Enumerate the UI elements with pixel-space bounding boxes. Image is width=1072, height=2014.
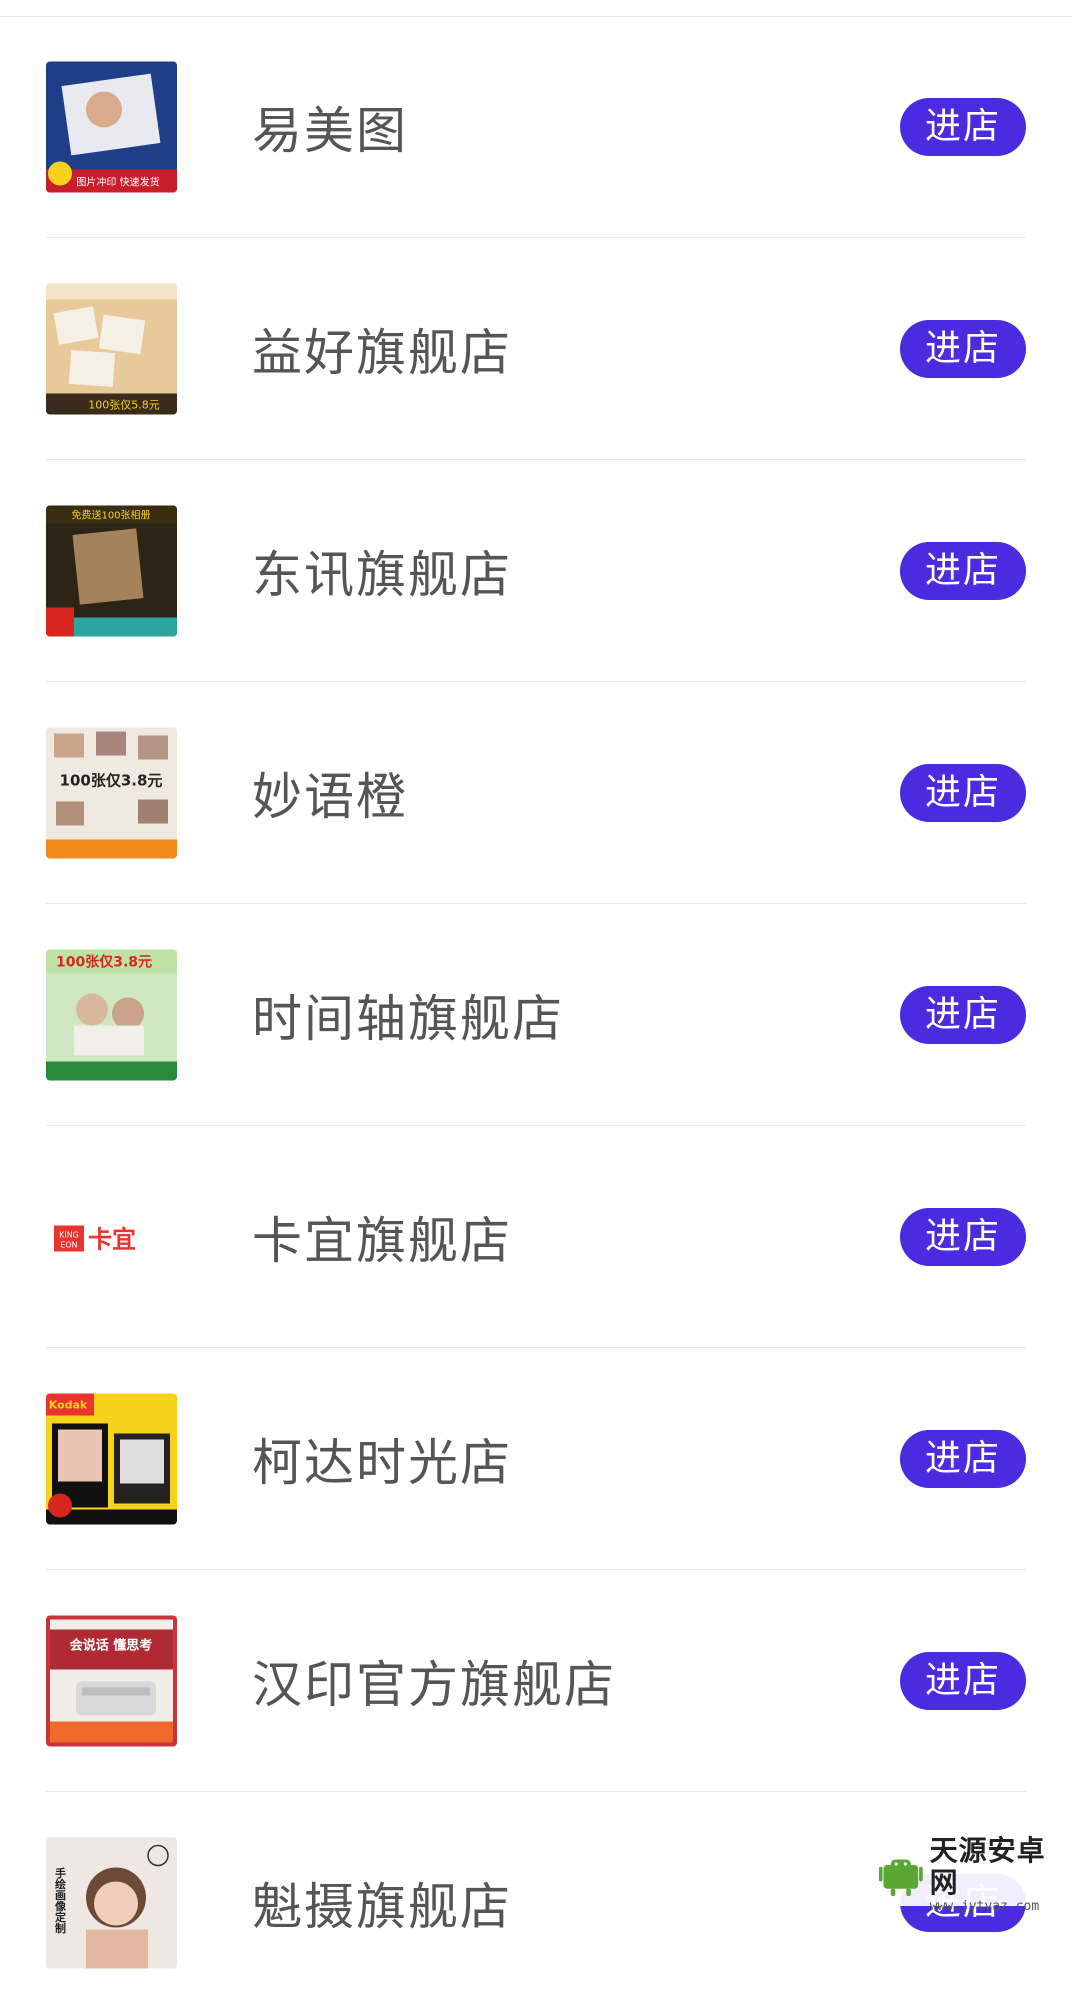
store-name: 时间轴旗舰店 bbox=[252, 989, 564, 1048]
svg-text:会说话 懂思考: 会说话 懂思考 bbox=[70, 1637, 153, 1653]
enter-store-button[interactable]: 进店 bbox=[900, 985, 1026, 1044]
watermark-title: 天源安卓网 bbox=[929, 1834, 1046, 1899]
list-item[interactable]: 100张仅3.8元 时间轴旗舰店 进店 bbox=[46, 904, 1026, 1126]
store-name: 汉印官方旗舰店 bbox=[252, 1655, 616, 1714]
list-item[interactable]: 100张仅5.8元 益好旗舰店 进店 bbox=[46, 238, 1026, 460]
enter-store-button[interactable]: 进店 bbox=[900, 97, 1026, 156]
enter-store-button[interactable]: 进店 bbox=[900, 1207, 1026, 1266]
android-logo-icon bbox=[878, 1859, 923, 1896]
enter-store-button[interactable]: 进店 bbox=[900, 763, 1026, 822]
store-thumbnail[interactable]: 会说话 懂思考 bbox=[46, 1615, 177, 1746]
list-item[interactable]: KING EON 卡宜 卡宜旗舰店 进店 bbox=[46, 1126, 1026, 1348]
store-thumbnail[interactable]: 100张仅3.8元 bbox=[46, 949, 177, 1080]
svg-text:免费送100张相册: 免费送100张相册 bbox=[71, 508, 150, 521]
watermark-url: www.jytyaz.com bbox=[929, 1899, 1040, 1914]
top-divider bbox=[0, 0, 1072, 17]
enter-store-button[interactable]: 进店 bbox=[900, 319, 1026, 378]
store-thumbnail[interactable]: 手绘画像定制 bbox=[46, 1837, 177, 1969]
enter-store-button[interactable]: 进店 bbox=[900, 1651, 1026, 1710]
svg-text:卡宜: 卡宜 bbox=[88, 1225, 136, 1253]
enter-store-button[interactable]: 进店 bbox=[900, 541, 1026, 600]
store-name: 东讯旗舰店 bbox=[252, 545, 512, 604]
store-name: 易美图 bbox=[252, 101, 408, 160]
store-thumbnail[interactable]: 免费送100张相册 bbox=[46, 505, 177, 636]
store-name: 柯达时光店 bbox=[252, 1433, 512, 1492]
svg-text:手绘画像定制: 手绘画像定制 bbox=[54, 1866, 67, 1934]
list-item[interactable]: 100张仅3.8元 妙语橙 进店 bbox=[46, 682, 1026, 904]
store-name: 卡宜旗舰店 bbox=[252, 1211, 512, 1270]
store-name: 妙语橙 bbox=[252, 767, 408, 826]
store-list: 图片冲印 快速发货 易美图 进店 100张仅5.8元 益好旗舰店 进店 免费送1… bbox=[0, 16, 1072, 2014]
store-thumbnail[interactable]: 100张仅3.8元 bbox=[46, 727, 177, 858]
list-item[interactable]: Kodak 柯达时光店 进店 bbox=[46, 1348, 1026, 1570]
enter-store-button[interactable]: 进店 bbox=[900, 1429, 1026, 1488]
list-item[interactable]: 会说话 懂思考 汉印官方旗舰店 进店 bbox=[46, 1570, 1026, 1792]
svg-text:100张仅5.8元: 100张仅5.8元 bbox=[88, 398, 160, 411]
store-thumbnail[interactable]: 100张仅5.8元 bbox=[46, 283, 177, 414]
list-item[interactable]: 免费送100张相册 东讯旗舰店 进店 bbox=[46, 460, 1026, 682]
svg-text:100张仅3.8元: 100张仅3.8元 bbox=[56, 953, 152, 970]
svg-text:EON: EON bbox=[60, 1240, 77, 1249]
store-thumbnail[interactable]: 图片冲印 快速发货 bbox=[46, 61, 177, 192]
list-item[interactable]: 图片冲印 快速发货 易美图 进店 bbox=[46, 16, 1026, 238]
svg-text:100张仅3.8元: 100张仅3.8元 bbox=[60, 771, 163, 789]
store-name: 益好旗舰店 bbox=[252, 323, 512, 382]
store-name: 魁摄旗舰店 bbox=[252, 1878, 512, 1936]
store-thumbnail[interactable]: Kodak bbox=[46, 1393, 177, 1524]
store-thumbnail[interactable]: KING EON 卡宜 bbox=[46, 1171, 177, 1302]
svg-text:KING: KING bbox=[59, 1230, 79, 1239]
svg-text:图片冲印 快速发货: 图片冲印 快速发货 bbox=[76, 175, 159, 188]
svg-text:Kodak: Kodak bbox=[49, 1398, 88, 1411]
site-watermark: 天源安卓网 www.jytyaz.com bbox=[874, 1835, 1062, 1914]
